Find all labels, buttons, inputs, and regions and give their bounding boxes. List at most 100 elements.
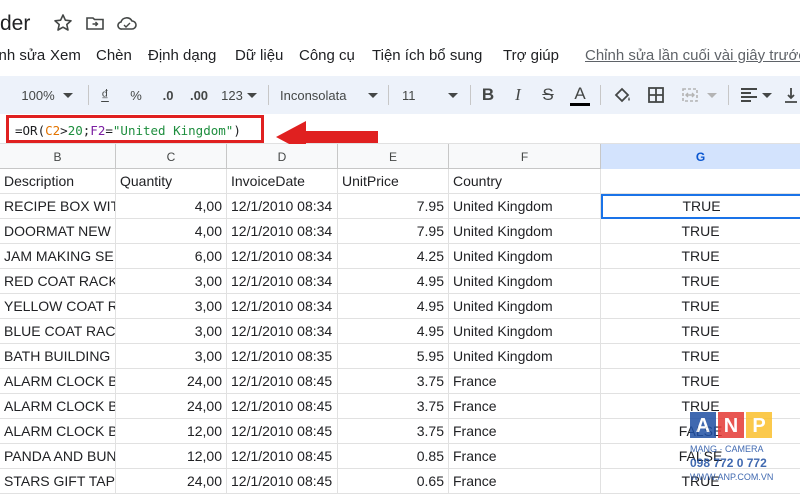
cell-quantity[interactable]: 6,00: [116, 244, 227, 269]
cell-description[interactable]: BLUE COAT RACK: [0, 319, 116, 344]
star-icon[interactable]: [52, 12, 74, 34]
cell-description[interactable]: ALARM CLOCK B: [0, 394, 116, 419]
cell-unit-price[interactable]: 3.75: [338, 369, 449, 394]
italic-button[interactable]: I: [506, 76, 530, 114]
cell-description[interactable]: ALARM CLOCK B: [0, 419, 116, 444]
column-header-b[interactable]: B: [0, 144, 116, 169]
cell-unit-price[interactable]: 7.95: [338, 219, 449, 244]
borders-icon[interactable]: [642, 76, 670, 114]
cell-or-result[interactable]: TRUE: [601, 319, 800, 344]
cell-country[interactable]: France: [449, 369, 601, 394]
menu-data[interactable]: Dữ liệu: [235, 47, 283, 64]
cell-quantity[interactable]: 3,00: [116, 344, 227, 369]
zoom-select[interactable]: 100%: [12, 76, 82, 114]
menu-addons[interactable]: Tiện ích bổ sung: [372, 47, 482, 64]
cell-country[interactable]: United Kingdom: [449, 344, 601, 369]
increase-decimal-button[interactable]: .00: [184, 76, 214, 114]
cell-country[interactable]: France: [449, 394, 601, 419]
cell-quantity[interactable]: 4,00: [116, 219, 227, 244]
menu-insert[interactable]: Chèn: [96, 47, 132, 64]
menu-help[interactable]: Trợ giúp: [503, 47, 559, 64]
cell-quantity[interactable]: 12,00: [116, 419, 227, 444]
decrease-decimal-button[interactable]: .0: [154, 76, 182, 114]
cell-invoice-date[interactable]: 12/1/2010 08:34: [227, 219, 338, 244]
cell-description[interactable]: YELLOW COAT R: [0, 294, 116, 319]
menu-format[interactable]: Định dạng: [148, 47, 216, 64]
header-cell-unit-price[interactable]: UnitPrice: [338, 169, 449, 194]
cell-invoice-date[interactable]: 12/1/2010 08:45: [227, 419, 338, 444]
cell-or-result[interactable]: TRUE: [601, 344, 800, 369]
menu-tools[interactable]: Công cụ: [299, 47, 355, 64]
cell-unit-price[interactable]: 0.65: [338, 469, 449, 494]
strikethrough-button[interactable]: S: [536, 76, 560, 114]
cell-quantity[interactable]: 12,00: [116, 444, 227, 469]
header-cell-quantity[interactable]: Quantity: [116, 169, 227, 194]
column-header-f[interactable]: F: [449, 144, 601, 169]
align-left-icon[interactable]: [736, 76, 776, 114]
cell-or-result[interactable]: TRUE: [601, 194, 800, 219]
cell-or-result[interactable]: TRUE: [601, 219, 800, 244]
font-family-select[interactable]: Inconsolata: [276, 76, 382, 114]
cell-description[interactable]: PANDA AND BUN: [0, 444, 116, 469]
text-color-button[interactable]: A: [566, 76, 594, 114]
cell-country[interactable]: France: [449, 419, 601, 444]
cell-or-result[interactable]: TRUE: [601, 369, 800, 394]
cell-country[interactable]: United Kingdom: [449, 244, 601, 269]
move-folder-icon[interactable]: [84, 12, 106, 34]
currency-format-button[interactable]: ₫: [94, 76, 116, 114]
percent-format-button[interactable]: %: [124, 76, 148, 114]
header-cell-country[interactable]: Country: [449, 169, 601, 194]
cell-unit-price[interactable]: 0.85: [338, 444, 449, 469]
cell-invoice-date[interactable]: 12/1/2010 08:45: [227, 394, 338, 419]
cell-description[interactable]: BATH BUILDING: [0, 344, 116, 369]
cell-country[interactable]: United Kingdom: [449, 219, 601, 244]
cell-unit-price[interactable]: 4.25: [338, 244, 449, 269]
cell-unit-price[interactable]: 3.75: [338, 419, 449, 444]
cell-description[interactable]: STARS GIFT TAPE: [0, 469, 116, 494]
cell-country[interactable]: United Kingdom: [449, 319, 601, 344]
cell-invoice-date[interactable]: 12/1/2010 08:34: [227, 319, 338, 344]
cell-country[interactable]: United Kingdom: [449, 194, 601, 219]
cell-unit-price[interactable]: 5.95: [338, 344, 449, 369]
cell-unit-price[interactable]: 4.95: [338, 294, 449, 319]
cell-description[interactable]: RED COAT RACK: [0, 269, 116, 294]
cell-country[interactable]: France: [449, 469, 601, 494]
cell-unit-price[interactable]: 7.95: [338, 194, 449, 219]
cell-description[interactable]: RECIPE BOX WIT: [0, 194, 116, 219]
menu-edit[interactable]: Chỉnh sửa: [0, 47, 45, 64]
cell-quantity[interactable]: 3,00: [116, 319, 227, 344]
header-cell-invoice-date[interactable]: InvoiceDate: [227, 169, 338, 194]
cell-country[interactable]: United Kingdom: [449, 294, 601, 319]
cell-description[interactable]: ALARM CLOCK B: [0, 369, 116, 394]
menu-view[interactable]: Xem: [50, 47, 81, 64]
column-header-d[interactable]: D: [227, 144, 338, 169]
cell-or-result[interactable]: TRUE: [601, 244, 800, 269]
cell-quantity[interactable]: 4,00: [116, 194, 227, 219]
cell-unit-price[interactable]: 4.95: [338, 269, 449, 294]
cell-quantity[interactable]: 24,00: [116, 469, 227, 494]
cell-invoice-date[interactable]: 12/1/2010 08:34: [227, 294, 338, 319]
cell-or-result[interactable]: TRUE: [601, 269, 800, 294]
column-header-e[interactable]: E: [338, 144, 449, 169]
header-cell-description[interactable]: Description: [0, 169, 116, 194]
cell-description[interactable]: JAM MAKING SE: [0, 244, 116, 269]
cell-description[interactable]: DOORMAT NEW: [0, 219, 116, 244]
cell-unit-price[interactable]: 3.75: [338, 394, 449, 419]
cloud-status-icon[interactable]: [116, 12, 138, 34]
cell-quantity[interactable]: 3,00: [116, 269, 227, 294]
cell-invoice-date[interactable]: 12/1/2010 08:34: [227, 194, 338, 219]
cell-invoice-date[interactable]: 12/1/2010 08:35: [227, 344, 338, 369]
document-title[interactable]: der: [0, 12, 30, 36]
cell-invoice-date[interactable]: 12/1/2010 08:34: [227, 269, 338, 294]
cell-quantity[interactable]: 24,00: [116, 369, 227, 394]
bold-button[interactable]: B: [476, 76, 500, 114]
cell-or-result[interactable]: TRUE: [601, 294, 800, 319]
column-header-c[interactable]: C: [116, 144, 227, 169]
cell-country[interactable]: France: [449, 444, 601, 469]
cell-invoice-date[interactable]: 12/1/2010 08:45: [227, 444, 338, 469]
merge-cells-icon[interactable]: [676, 76, 722, 114]
more-formats-select[interactable]: 123: [214, 76, 264, 114]
cell-unit-price[interactable]: 4.95: [338, 319, 449, 344]
fill-color-icon[interactable]: [608, 76, 636, 114]
formula-input[interactable]: =OR(C2>20;F2="United Kingdom"): [6, 115, 264, 143]
